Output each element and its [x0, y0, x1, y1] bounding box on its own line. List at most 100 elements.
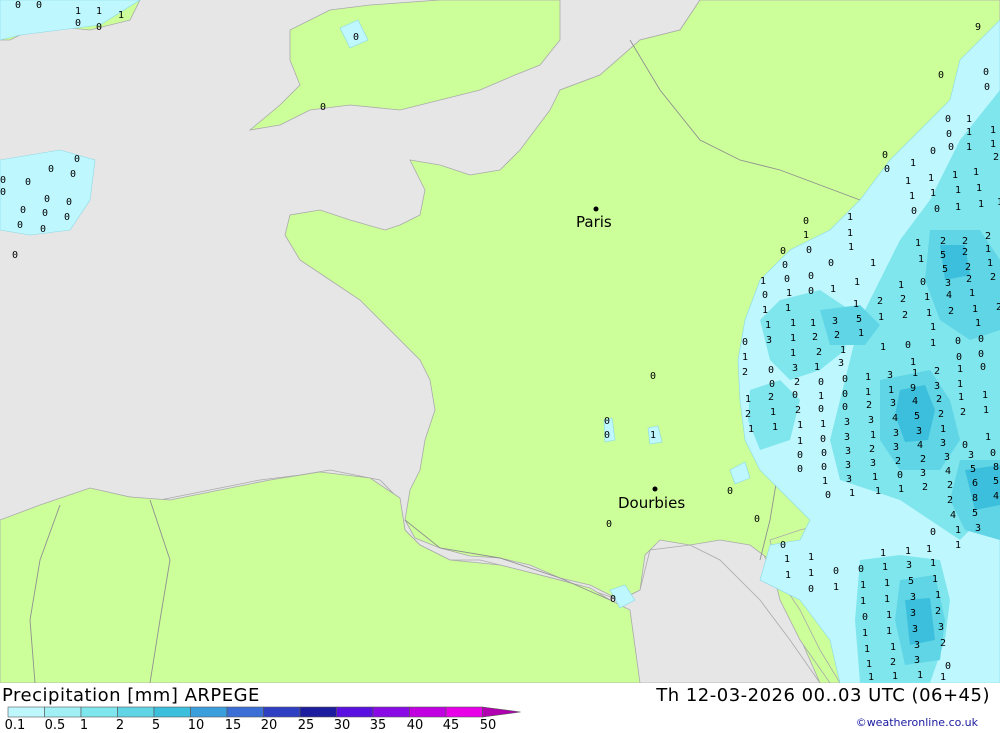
svg-text:1: 1 — [858, 328, 864, 339]
svg-text:1: 1 — [928, 173, 934, 184]
svg-text:0: 0 — [780, 540, 786, 551]
svg-text:1: 1 — [955, 540, 961, 551]
svg-text:1: 1 — [955, 185, 961, 196]
svg-text:0: 0 — [42, 208, 48, 219]
svg-text:1: 1 — [797, 436, 803, 447]
svg-text:1: 1 — [955, 202, 961, 213]
svg-text:3: 3 — [766, 335, 772, 346]
svg-text:3: 3 — [868, 415, 874, 426]
svg-text:1: 1 — [990, 125, 996, 136]
svg-text:1: 1 — [748, 424, 754, 435]
svg-text:1: 1 — [880, 342, 886, 353]
svg-text:1: 1 — [745, 394, 751, 405]
svg-text:1: 1 — [932, 574, 938, 585]
credit-text: ©weatheronline.co.uk — [855, 716, 978, 729]
svg-text:0: 0 — [15, 0, 21, 11]
svg-text:1: 1 — [958, 392, 964, 403]
svg-text:1: 1 — [785, 303, 791, 314]
svg-text:3: 3 — [938, 622, 944, 633]
legend-label: 1 — [79, 718, 89, 733]
svg-text:3: 3 — [870, 458, 876, 469]
svg-text:1: 1 — [966, 114, 972, 125]
svg-text:3: 3 — [910, 608, 916, 619]
svg-text:1: 1 — [892, 671, 898, 682]
svg-text:0: 0 — [842, 374, 848, 385]
svg-text:1: 1 — [772, 422, 778, 433]
svg-text:0: 0 — [806, 245, 812, 256]
svg-text:0: 0 — [96, 22, 102, 33]
svg-text:1: 1 — [898, 484, 904, 495]
svg-text:5: 5 — [908, 576, 914, 587]
svg-text:3: 3 — [914, 640, 920, 651]
svg-text:0: 0 — [20, 205, 26, 216]
svg-text:1: 1 — [983, 405, 989, 416]
legend-swatch — [44, 706, 82, 718]
svg-text:1: 1 — [96, 6, 102, 17]
legend-swatch — [117, 706, 155, 718]
svg-text:1: 1 — [976, 183, 982, 194]
svg-text:3: 3 — [934, 381, 940, 392]
svg-text:4: 4 — [993, 491, 999, 502]
svg-text:2: 2 — [902, 310, 908, 321]
svg-text:1: 1 — [784, 554, 790, 565]
svg-text:0: 0 — [650, 371, 656, 382]
svg-text:1: 1 — [853, 299, 859, 310]
svg-text:0: 0 — [955, 336, 961, 347]
svg-text:1: 1 — [930, 188, 936, 199]
svg-text:1: 1 — [865, 372, 871, 383]
svg-text:1: 1 — [742, 352, 748, 363]
svg-text:2: 2 — [935, 606, 941, 617]
svg-text:1: 1 — [814, 362, 820, 373]
legend-label: 15 — [224, 718, 242, 733]
svg-text:3: 3 — [838, 358, 844, 369]
legend-swatch — [372, 706, 410, 718]
svg-text:0: 0 — [978, 334, 984, 345]
svg-text:1: 1 — [866, 659, 872, 670]
svg-text:1: 1 — [865, 387, 871, 398]
svg-text:1: 1 — [872, 472, 878, 483]
svg-text:1: 1 — [924, 292, 930, 303]
svg-text:1: 1 — [884, 594, 890, 605]
svg-text:1: 1 — [990, 139, 996, 150]
svg-text:1: 1 — [760, 276, 766, 287]
svg-text:0: 0 — [911, 206, 917, 217]
precipitation-map: 0 0 1 1 1 0 0 0 0 0 0 0 0 0 0 0 0 0 0 0 0 0 0 0 0 0 1 0 0 0 0 0 9 0 0 0… — [0, 0, 1000, 683]
svg-text:0: 0 — [897, 470, 903, 481]
svg-text:0: 0 — [70, 169, 76, 180]
svg-text:2: 2 — [869, 444, 875, 455]
svg-text:1: 1 — [880, 548, 886, 559]
svg-text:3: 3 — [945, 278, 951, 289]
svg-text:1: 1 — [790, 333, 796, 344]
svg-text:1: 1 — [886, 610, 892, 621]
svg-text:4: 4 — [945, 466, 951, 477]
svg-text:2: 2 — [745, 409, 751, 420]
legend-label: 5 — [151, 718, 161, 733]
svg-text:1: 1 — [810, 318, 816, 329]
svg-text:1: 1 — [808, 552, 814, 563]
legend-label: 20 — [260, 718, 278, 733]
svg-text:1: 1 — [797, 420, 803, 431]
svg-text:1: 1 — [909, 191, 915, 202]
svg-text:8: 8 — [993, 462, 999, 473]
svg-text:3: 3 — [912, 624, 918, 635]
svg-text:1: 1 — [118, 10, 124, 21]
svg-text:1: 1 — [886, 626, 892, 637]
svg-text:0: 0 — [828, 258, 834, 269]
map-footer: Precipitation [mm] ARPEGE Th 12-03-2026 … — [0, 683, 1000, 733]
svg-text:3: 3 — [792, 363, 798, 374]
svg-text:4: 4 — [946, 290, 952, 301]
legend-label: 0.5 — [44, 718, 66, 733]
svg-text:5: 5 — [972, 508, 978, 519]
svg-text:2: 2 — [936, 394, 942, 405]
svg-text:1: 1 — [75, 6, 81, 17]
svg-text:1: 1 — [790, 348, 796, 359]
svg-text:2: 2 — [947, 495, 953, 506]
svg-text:2: 2 — [990, 272, 996, 283]
svg-text:1: 1 — [966, 127, 972, 138]
svg-text:1: 1 — [847, 228, 853, 239]
svg-text:2: 2 — [877, 296, 883, 307]
svg-text:3: 3 — [844, 417, 850, 428]
svg-text:2: 2 — [920, 454, 926, 465]
svg-text:0: 0 — [0, 187, 6, 198]
svg-text:1: 1 — [830, 284, 836, 295]
